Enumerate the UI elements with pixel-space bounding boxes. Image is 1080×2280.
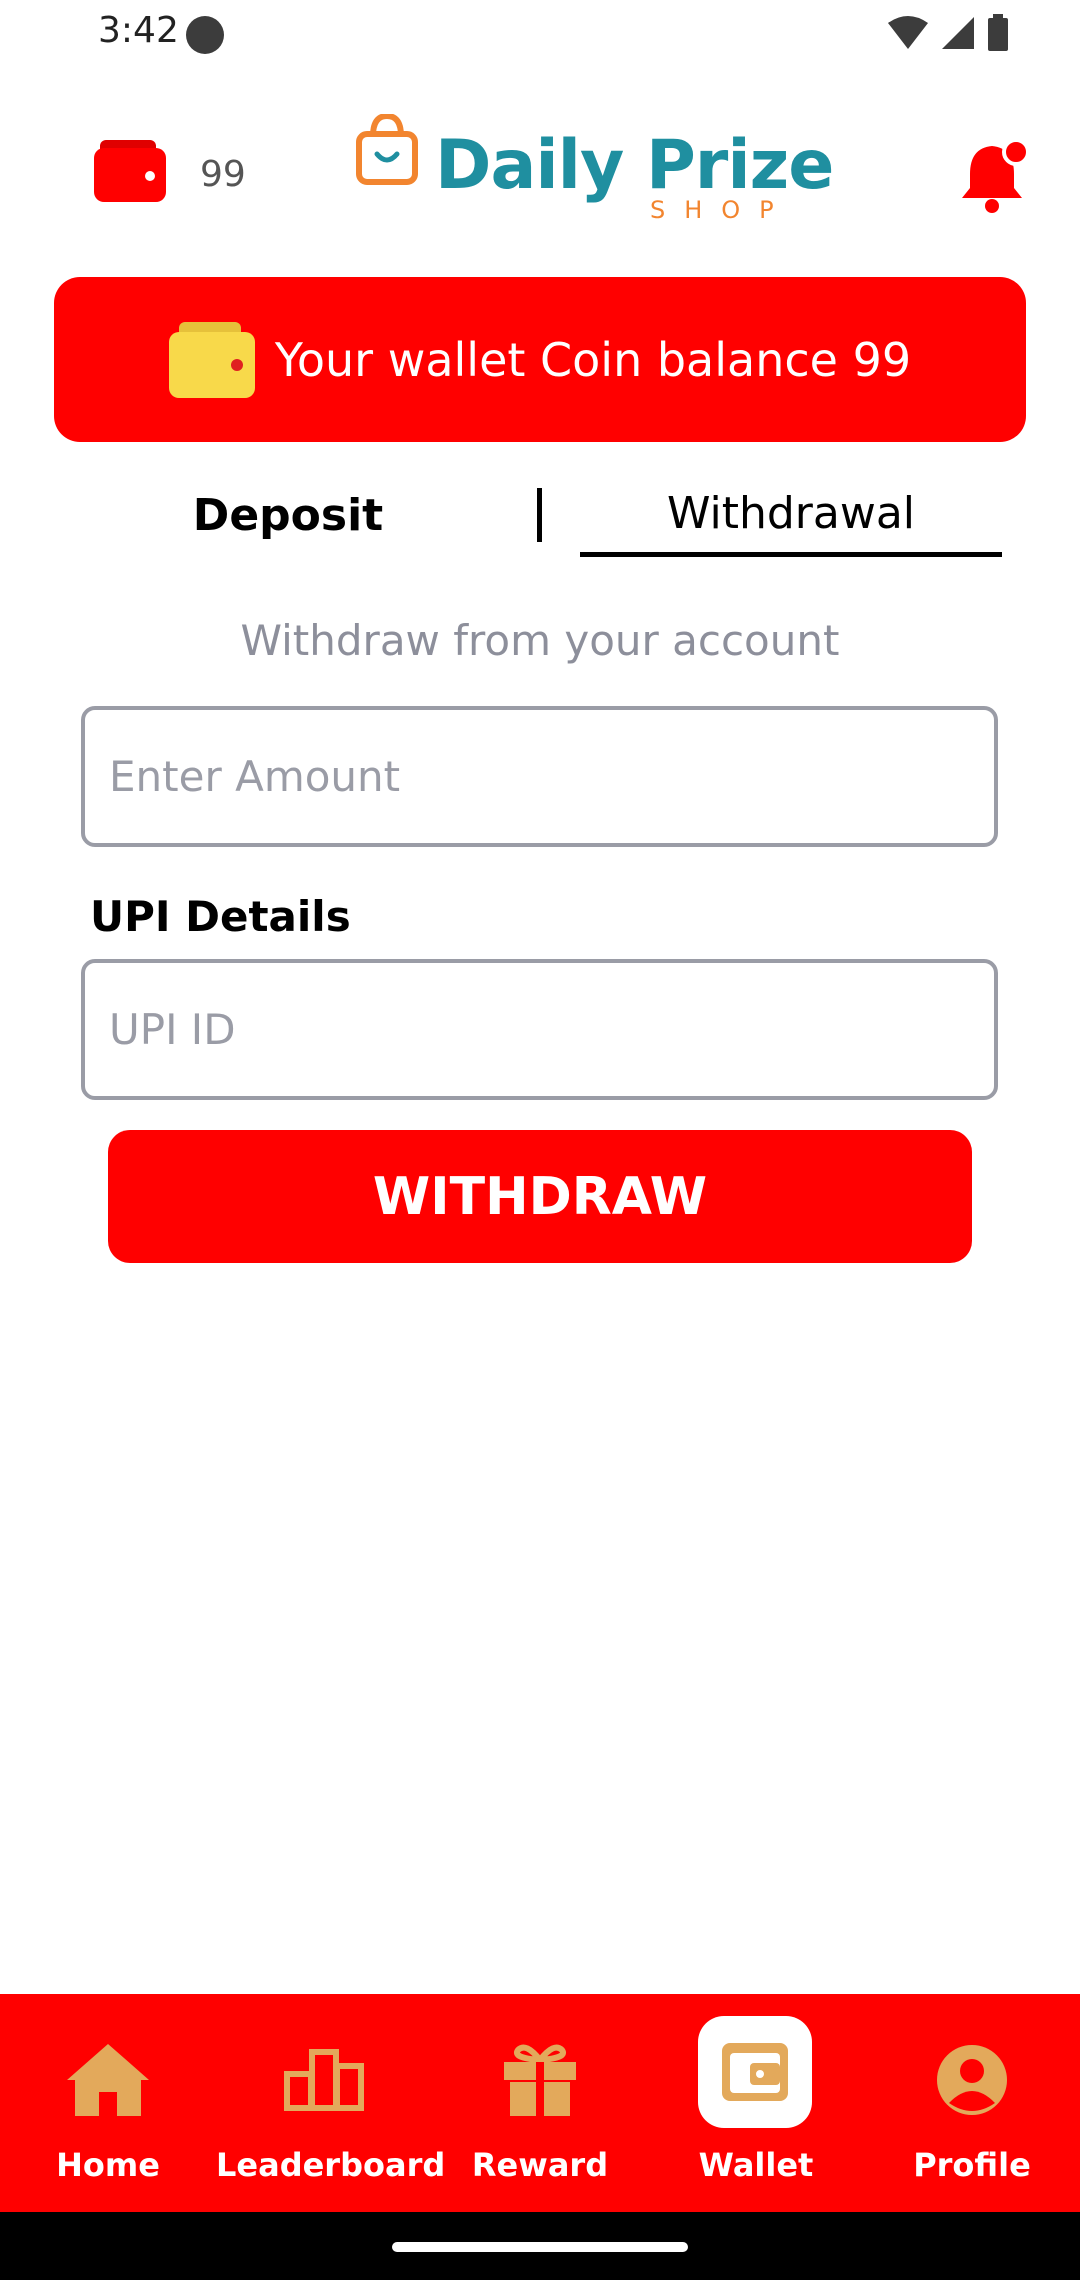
form-heading: Withdraw from your account: [240, 616, 840, 665]
upi-details-label: UPI Details: [90, 892, 351, 941]
logo-subtitle: SHOP: [650, 196, 793, 224]
nav-item-home[interactable]: Home: [0, 1994, 216, 2212]
nav-label: Leaderboard: [216, 2146, 446, 2184]
wallet-icon: [94, 140, 166, 202]
nav-item-leaderboard[interactable]: Leaderboard: [216, 1994, 446, 2212]
nav-item-profile[interactable]: Profile: [864, 1994, 1080, 2212]
nav-label: Reward: [471, 2146, 609, 2184]
bell-icon: [962, 138, 1030, 213]
nav-item-reward[interactable]: Reward: [432, 1994, 648, 2212]
active-tab-indicator: [580, 552, 1002, 557]
wallet-icon: [168, 321, 255, 398]
status-bar: 3:42: [0, 0, 1080, 66]
upi-id-input[interactable]: [81, 959, 998, 1100]
amount-input[interactable]: [81, 706, 998, 847]
leaderboard-icon: [274, 2030, 374, 2130]
header-coin-count: 99: [200, 154, 246, 195]
tab-divider: [537, 488, 542, 542]
status-icons: [886, 14, 1010, 52]
bottom-nav: Home Leaderboard Reward Wallet Profile: [0, 1994, 1080, 2212]
wallet-balance-text: Your wallet Coin balance 99: [274, 332, 912, 387]
tab-deposit[interactable]: Deposit: [120, 490, 456, 541]
notification-dot-icon: [186, 16, 224, 54]
wallet-balance-banner: Your wallet Coin balance 99: [54, 277, 1026, 442]
home-icon: [58, 2030, 158, 2130]
gift-icon: [490, 2030, 590, 2130]
shopping-bag-icon: [356, 114, 418, 185]
app-logo: Daily Prize SHOP: [355, 110, 834, 224]
app-header: 99 Daily Prize SHOP: [0, 110, 1080, 240]
notifications-button[interactable]: [960, 138, 1030, 219]
wallet-icon: [698, 2016, 812, 2128]
nav-label: Home: [56, 2146, 160, 2184]
tab-withdrawal[interactable]: Withdrawal: [580, 488, 1002, 539]
home-gesture-handle[interactable]: [392, 2242, 688, 2252]
wallet-tabs: Deposit Withdrawal: [0, 470, 1080, 580]
battery-icon: [988, 14, 1008, 51]
system-navigation-bar: [0, 2212, 1080, 2280]
nav-item-wallet[interactable]: Wallet: [648, 1994, 864, 2212]
nav-label: Wallet: [698, 2146, 814, 2184]
withdraw-button[interactable]: WITHDRAW: [108, 1130, 972, 1263]
status-time: 3:42: [98, 10, 179, 51]
profile-icon: [922, 2030, 1022, 2130]
header-wallet-button[interactable]: [94, 140, 166, 207]
nav-label: Profile: [913, 2146, 1031, 2184]
logo-title: Daily Prize: [435, 126, 834, 205]
wifi-icon: [888, 16, 928, 49]
cellular-signal-icon: [942, 17, 974, 49]
